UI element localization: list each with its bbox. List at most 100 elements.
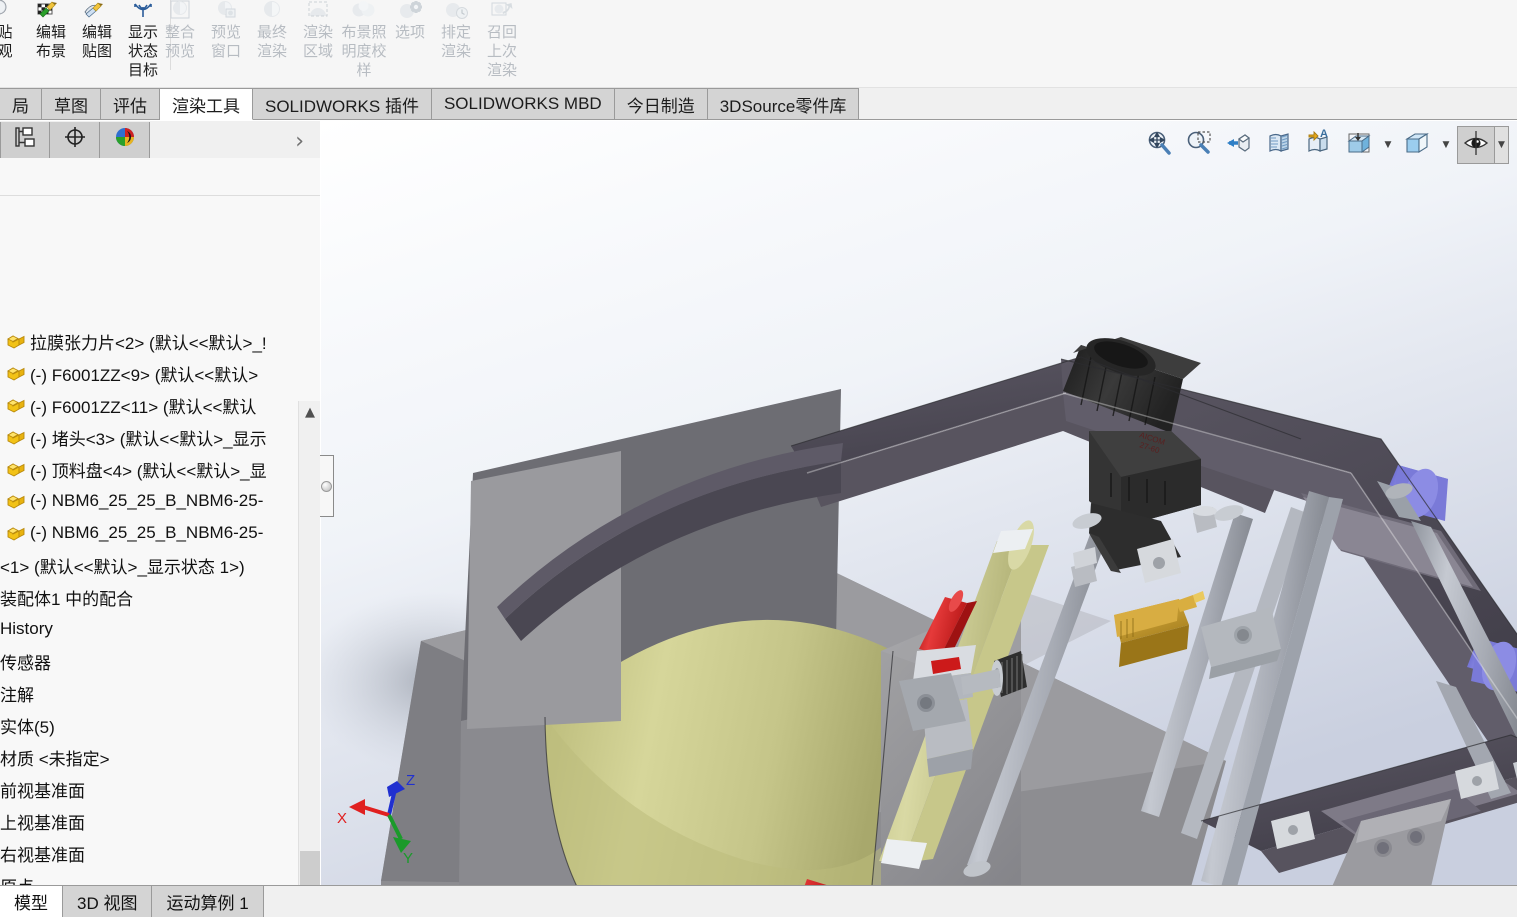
bottom-tab-model[interactable]: 模型 — [0, 886, 63, 917]
feature-manager-panel: › 拉膜张力片<2> (默认<<默认>_! (-) F6001ZZ<9> (默认… — [0, 121, 320, 917]
part-icon — [4, 491, 30, 511]
feature-tree-icon — [13, 125, 37, 154]
tree-item-1[interactable]: (-) F6001ZZ<9> (默认<<默认> — [0, 357, 300, 389]
tree-item-5[interactable]: (-) NBM6_25_25_B_NBM6-25- — [0, 485, 300, 517]
part-icon — [4, 363, 30, 383]
panel-viewport-splitter[interactable] — [320, 455, 334, 517]
tree-header-blank — [0, 158, 320, 196]
edit-scene-button[interactable]: 编辑 布景 — [28, 0, 74, 87]
edit-appearance-icon — [0, 0, 22, 22]
zoom-to-area-button[interactable] — [1181, 127, 1217, 163]
color-sphere-icon — [113, 125, 137, 154]
tree-item-label: (-) F6001ZZ<11> (默认<<默认 — [30, 397, 257, 417]
scene-illumination-label-1: 布景照 — [341, 24, 387, 41]
tree-item-material[interactable]: 材质 <未指定> — [0, 741, 300, 773]
tab-render-tools[interactable]: 渲染工具 — [160, 88, 253, 120]
render-region-label-2: 区域 — [302, 43, 333, 60]
view-orientation-button[interactable]: A — [1301, 127, 1337, 163]
bottom-tab-3d-views[interactable]: 3D 视图 — [63, 886, 153, 917]
edit-scene-icon — [34, 0, 68, 22]
edit-decal-label-1: 编辑 — [81, 24, 112, 41]
property-manager-tab[interactable] — [50, 121, 100, 158]
ribbon-tab-strip: 局 草图 评估 渲染工具 SOLIDWORKS 插件 SOLIDWORKS MB… — [0, 88, 1517, 120]
tree-item-annotations[interactable]: 注解 — [0, 677, 300, 709]
tree-item-mates[interactable]: 装配体1 中的配合 — [0, 581, 300, 613]
tree-vertical-scrollbar[interactable]: ▲ ▼ — [298, 401, 320, 917]
section-view-button[interactable] — [1261, 127, 1297, 163]
tree-item-solid-bodies[interactable]: 实体(5) — [0, 709, 300, 741]
svg-text:A: A — [1320, 129, 1328, 140]
shaded-style-button[interactable] — [1399, 127, 1435, 163]
tab-evaluate[interactable]: 评估 — [101, 88, 160, 119]
feature-manager-tab[interactable] — [0, 121, 50, 158]
appearance-manager-tab[interactable] — [100, 121, 150, 158]
edit-decal-label-2: 贴图 — [81, 43, 112, 60]
preview-window-label-2: 窗口 — [210, 43, 241, 60]
edit-appearance-button-view[interactable] — [1513, 127, 1517, 163]
tree-item-top-plane[interactable]: 上视基准面 — [0, 805, 300, 837]
tree-item-label: 上视基准面 — [0, 813, 85, 833]
render-region-icon — [301, 0, 335, 22]
tab-layout[interactable]: 局 — [0, 88, 42, 119]
tree-item-4[interactable]: (-) 顶料盘<4> (默认<<默认>_显 — [0, 453, 300, 485]
render-options-button[interactable]: 选项 — [387, 0, 433, 87]
edit-appearance-label-1: 贴 — [0, 23, 28, 42]
schedule-render-button[interactable]: 排定 渲染 — [433, 0, 479, 87]
feature-tree-container[interactable]: 拉膜张力片<2> (默认<<默认>_! (-) F6001ZZ<9> (默认<<… — [0, 196, 320, 917]
display-style-dropdown-caret-icon[interactable]: ▼ — [1381, 127, 1395, 163]
tree-item-label: (-) 堵头<3> (默认<<默认>_显示 — [30, 429, 267, 449]
display-style-button[interactable] — [1341, 127, 1377, 163]
edit-appearance-button[interactable]: 贴 观 — [0, 0, 28, 87]
integrated-preview-button[interactable]: 整合 预览 — [157, 0, 203, 87]
edit-decal-icon — [80, 0, 114, 22]
tab-solidworks-mbd[interactable]: SOLIDWORKS MBD — [431, 88, 615, 119]
tree-item-right-plane[interactable]: 右视基准面 — [0, 837, 300, 869]
tree-item-history[interactable]: History — [0, 613, 300, 645]
hide-show-items-dropdown-caret-icon[interactable]: ▼ — [1494, 127, 1508, 163]
recall-last-render-button[interactable]: 召回 上次 渲染 — [479, 0, 525, 87]
edit-decal-button[interactable]: 编辑 贴图 — [74, 0, 120, 87]
zoom-to-area-icon — [1185, 129, 1213, 162]
scene-illumination-proof-button[interactable]: 布景照 明度校 样 — [341, 0, 387, 87]
triad-x-label: X — [337, 810, 347, 827]
section-view-icon — [1265, 129, 1293, 162]
tab-solidworks-addins[interactable]: SOLIDWORKS 插件 — [253, 88, 432, 119]
view-heads-up-toolbar: A ▼ ▼ ▼ — [1141, 121, 1517, 169]
tree-item-2[interactable]: (-) F6001ZZ<11> (默认<<默认 — [0, 389, 300, 421]
display-style-cube-icon — [1345, 129, 1373, 162]
tree-item-3[interactable]: (-) 堵头<3> (默认<<默认>_显示 — [0, 421, 300, 453]
graphics-viewport[interactable]: AICOM 27-60 Z X Y A ▼ ▼ ▼ — [321, 121, 1517, 887]
bottom-tab-motion-study[interactable]: 运动算例 1 — [152, 886, 264, 917]
tree-item-label: <1> (默认<<默认>_显示状态 1>) — [0, 557, 245, 577]
tree-item-0[interactable]: 拉膜张力片<2> (默认<<默认>_! — [0, 325, 300, 357]
previous-view-button[interactable] — [1221, 127, 1257, 163]
eye-icon — [1462, 129, 1490, 162]
triad-z-label: Z — [406, 772, 415, 789]
tab-manufacturing-today[interactable]: 今日制造 — [614, 88, 708, 119]
tree-item-7[interactable]: <1> (默认<<默认>_显示状态 1>) — [0, 549, 300, 581]
scroll-up-arrow-icon[interactable]: ▲ — [299, 401, 320, 423]
zoom-to-fit-button[interactable] — [1141, 127, 1177, 163]
tree-item-6[interactable]: (-) NBM6_25_25_B_NBM6-25- — [0, 517, 300, 549]
tree-item-label: 材质 <未指定> — [0, 749, 110, 769]
integrated-preview-icon — [163, 0, 197, 22]
tab-sketch[interactable]: 草图 — [42, 88, 101, 119]
schedule-render-icon — [439, 0, 473, 22]
schedule-render-label-1: 排定 — [440, 24, 471, 41]
render-region-label-1: 渲染 — [302, 24, 333, 41]
part-icon — [4, 427, 30, 447]
tree-item-sensors[interactable]: 传感器 — [0, 645, 300, 677]
panel-expand-arrow[interactable]: › — [295, 129, 304, 154]
render-region-button[interactable]: 渲染 区域 — [295, 0, 341, 87]
tab-3dsource-parts-library[interactable]: 3DSource零件库 — [707, 88, 860, 119]
hide-show-items-button[interactable] — [1458, 127, 1494, 163]
part-icon — [4, 459, 30, 479]
hide-show-items-split-button[interactable]: ▼ — [1457, 126, 1509, 164]
final-render-icon — [255, 0, 289, 22]
shaded-style-dropdown-caret-icon[interactable]: ▼ — [1439, 127, 1453, 163]
edit-scene-label-2: 布景 — [35, 43, 66, 60]
final-render-button[interactable]: 最终 渲染 — [249, 0, 295, 87]
tab-strip-filler — [859, 88, 1517, 119]
preview-window-button[interactable]: 预览 窗口 — [203, 0, 249, 87]
tree-item-front-plane[interactable]: 前视基准面 — [0, 773, 300, 805]
